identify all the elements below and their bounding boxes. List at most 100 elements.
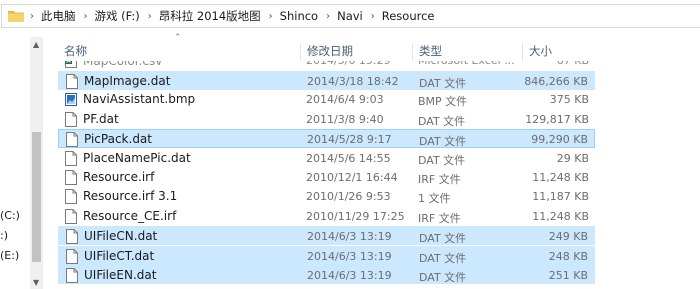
file-size: 248 KB (548, 249, 588, 263)
file-row[interactable]: NaviAssistant.bmp 2014/6/4 9:03 BMP 文件 375 … (58, 90, 595, 109)
file-date: 2014/6/3 13:19 (307, 249, 392, 263)
file-row[interactable]: MapColor.csv 2014/5/6 15:29 Microsoft Exce… (58, 61, 595, 71)
file-row[interactable]: UIFileEN.dat 2014/6/3 13:19 DAT 文件 251 KB (58, 265, 595, 284)
file-row[interactable]: UIFileCN.dat 2014/6/3 13:19 DAT 文件 249 KB (58, 226, 595, 246)
file-icon (65, 170, 77, 185)
breadcrumb-item[interactable]: Shinco (280, 9, 318, 23)
column-type[interactable]: 类型 (412, 43, 520, 61)
file-icon (66, 248, 78, 264)
file-type: DAT 文件 (419, 135, 467, 149)
file-size: 11,248 KB (532, 209, 589, 223)
file-row[interactable]: MapImage.dat 2014/3/18 18:42 DAT 文件 846,266… (58, 71, 595, 90)
file-size: 11,248 KB (532, 171, 589, 184)
file-date: 2010/12/1 16:44 (306, 171, 398, 184)
file-icon (65, 208, 77, 224)
file-date: 2014/5/6 14:55 (306, 151, 391, 165)
sort-up-icon: ⌃ (174, 33, 182, 43)
file-row[interactable]: Resource.irf 3.1 2010/1/26 9:53 1 文件 11,187… (58, 187, 595, 206)
folder-icon (8, 11, 24, 22)
file-type: IRF 文件 (418, 211, 461, 225)
breadcrumb-item[interactable]: 昂科拉 2014版地图 (159, 8, 261, 24)
file-row[interactable]: PlaceNamePic.dat 2014/5/6 14:55 DAT 文件 29 K… (58, 149, 595, 168)
file-date: 2014/5/6 15:29 (306, 61, 391, 67)
nav-scrollbar[interactable]: ▲ ▼ (30, 37, 43, 289)
file-size: 375 KB (549, 93, 589, 107)
file-type: DAT 文件 (419, 77, 467, 90)
breadcrumb-items: › 此电脑 › 游戏 (F:) › 昂科拉 2014版地图 › Shinco › Navi › Res… (30, 5, 435, 27)
file-row[interactable]: PF.dat 2011/3/8 9:40 DAT 文件 129,817 KB (58, 110, 595, 129)
chevron-right-icon[interactable]: › (318, 11, 337, 22)
file-type: IRF 文件 (418, 173, 461, 186)
breadcrumb-item[interactable]: 游戏 (F:) (95, 8, 140, 24)
file-date: 2014/3/18 18:42 (307, 75, 399, 88)
address-bar: › 此电脑 › 游戏 (F:) › 昂科拉 2014版地图 › Shinco › Navi › Res… (0, 0, 700, 33)
chevron-right-icon[interactable]: › (76, 11, 95, 22)
excel-csv-icon (65, 61, 77, 68)
file-name: Resource.irf (83, 170, 155, 184)
file-name: Resource.irf 3.1 (83, 189, 178, 204)
file-row[interactable]: PicPack.dat 2014/5/28 9:17 DAT 文件 99,290 KB (58, 129, 595, 149)
file-size: 67 KB (557, 61, 589, 67)
breadcrumb[interactable]: › 此电脑 › 游戏 (F:) › 昂科拉 2014版地图 › Shinco › Navi › Res… (1, 4, 700, 28)
column-date[interactable]: 修改日期 (300, 43, 410, 61)
file-type: DAT 文件 (419, 271, 467, 284)
file-name: PicPack.dat (84, 132, 152, 147)
file-icon (65, 150, 77, 166)
file-type: Microsoft Excel ... (418, 61, 515, 67)
file-date: 2014/5/28 9:17 (307, 133, 392, 147)
file-name: MapColor.csv (83, 61, 163, 68)
file-type: DAT 文件 (418, 153, 466, 167)
file-type: DAT 文件 (419, 251, 467, 265)
file-icon (66, 229, 78, 245)
file-icon (65, 189, 77, 205)
file-icon (66, 74, 78, 89)
file-row[interactable]: UIFileCT.dat 2014/6/3 13:19 DAT 文件 248 KB (58, 245, 595, 265)
file-type: DAT 文件 (418, 114, 466, 128)
file-date: 2014/6/3 13:19 (307, 269, 392, 282)
file-name: UIFileCT.dat (84, 248, 155, 263)
file-icon (66, 132, 78, 148)
file-type: 1 文件 (418, 192, 451, 206)
file-icon (65, 111, 77, 127)
file-date: 2014/6/3 13:19 (307, 230, 392, 244)
navigation-pane: (C:) :) (E:) ▲ ▼ (0, 33, 44, 289)
file-icon (66, 268, 78, 283)
breadcrumb-item[interactable]: Resource (382, 9, 435, 23)
file-name: MapImage.dat (84, 74, 171, 88)
breadcrumb-item[interactable]: 此电脑 (41, 8, 76, 24)
file-name: PlaceNamePic.dat (83, 150, 191, 165)
file-row[interactable]: Resource.irf 2010/12/1 16:44 IRF 文件 11,248 … (58, 168, 595, 187)
chevron-right-icon[interactable]: › (363, 11, 382, 22)
file-name: Resource_CE.irf (83, 208, 177, 223)
file-size: 129,817 KB (525, 112, 589, 126)
bitmap-icon (65, 92, 77, 107)
file-size: 29 KB (556, 151, 589, 165)
nav-drive-e[interactable]: (E:) (0, 249, 19, 262)
file-type: DAT 文件 (419, 232, 467, 246)
file-size: 99,290 KB (531, 133, 588, 147)
breadcrumb-item[interactable]: Navi (337, 9, 363, 23)
chevron-right-icon[interactable]: › (140, 11, 159, 22)
column-name[interactable]: 名称 (58, 43, 298, 61)
chevron-right-icon[interactable]: › (261, 11, 280, 22)
file-name: UIFileEN.dat (84, 268, 157, 282)
file-date: 2011/3/8 9:40 (306, 112, 384, 126)
file-size: 11,187 KB (532, 190, 589, 204)
scrollbar-thumb[interactable] (32, 132, 41, 262)
nav-drive-c[interactable]: (C:) (0, 209, 20, 222)
file-date: 2010/1/26 9:53 (306, 190, 391, 204)
scroll-up-icon[interactable]: ▲ (33, 40, 39, 49)
file-size: 249 KB (548, 230, 588, 244)
column-header: ⌃ 名称 修改日期 类型 大小 (48, 33, 700, 61)
scroll-down-icon[interactable]: ▼ (33, 278, 39, 287)
file-name: NaviAssistant.bmp (83, 92, 196, 107)
file-size: 846,266 KB (524, 75, 588, 88)
file-row[interactable]: Resource_CE.irf 2010/11/29 17:25 IRF 文件 11,… (58, 207, 595, 226)
chevron-right-icon[interactable]: › (30, 11, 41, 22)
nav-drive-d[interactable]: :) (0, 229, 8, 242)
file-name: PF.dat (83, 111, 119, 126)
column-size[interactable]: 大小 (522, 43, 592, 61)
file-size: 251 KB (548, 269, 588, 282)
file-date: 2010/11/29 17:25 (306, 209, 405, 223)
file-list: ⌃ 名称 修改日期 类型 大小 MapColor.csv 2014/5/6 15:… (48, 33, 700, 289)
